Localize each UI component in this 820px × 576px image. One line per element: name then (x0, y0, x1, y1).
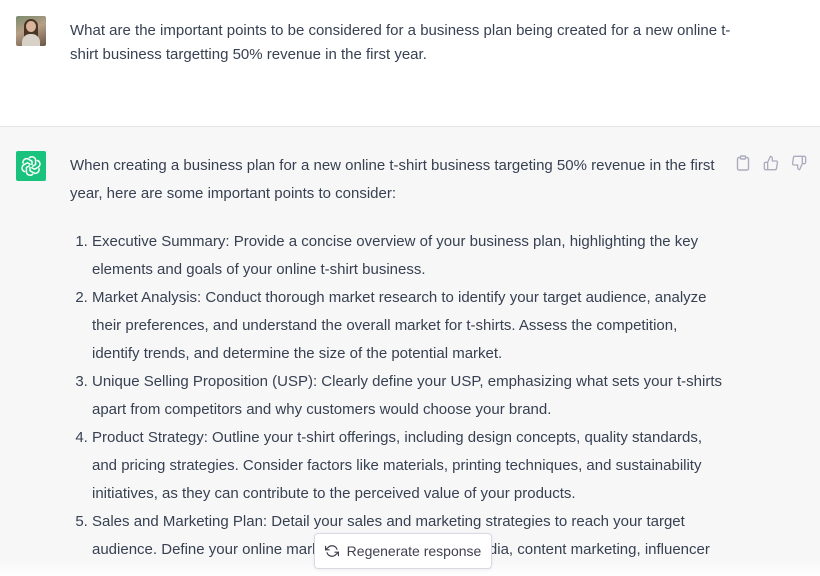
list-item: Executive Summary: Provide a concise ove… (92, 228, 726, 284)
regenerate-label: Regenerate response (346, 543, 482, 559)
refresh-icon (324, 545, 339, 557)
user-avatar (16, 16, 46, 46)
avatar-body (22, 34, 40, 46)
openai-logo-icon (21, 156, 41, 176)
regenerate-response-button[interactable]: Regenerate response (314, 533, 492, 569)
thumbs-up-icon[interactable] (762, 154, 780, 172)
assistant-message-text: When creating a business plan for a new … (70, 152, 726, 564)
assistant-message-row: When creating a business plan for a new … (0, 127, 820, 576)
list-item: Market Analysis: Conduct thorough market… (92, 284, 726, 368)
points-list: Executive Summary: Provide a concise ove… (70, 228, 726, 564)
assistant-intro: When creating a business plan for a new … (70, 157, 715, 202)
message-actions (734, 154, 808, 172)
list-item: Unique Selling Proposition (USP): Clearl… (92, 368, 726, 424)
thumbs-down-icon[interactable] (790, 154, 808, 172)
assistant-avatar (16, 151, 46, 181)
avatar-face (26, 21, 36, 32)
user-message-row: What are the important points to be cons… (0, 0, 820, 127)
user-message-text: What are the important points to be cons… (70, 22, 731, 63)
clipboard-icon[interactable] (734, 154, 752, 172)
list-item: Product Strategy: Outline your t-shirt o… (92, 424, 726, 508)
